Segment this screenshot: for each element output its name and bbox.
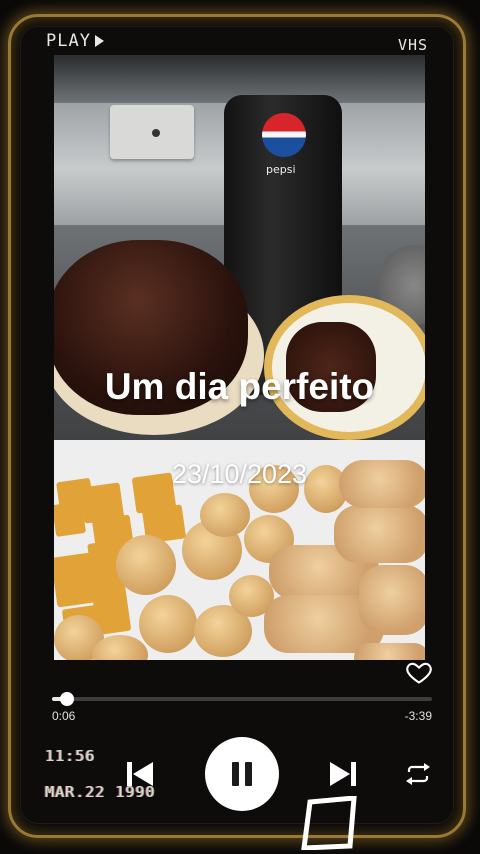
next-icon[interactable] bbox=[327, 758, 359, 790]
vhs-play-indicator: PLAY bbox=[46, 31, 104, 51]
remaining-time: -3:39 bbox=[404, 709, 432, 723]
video-date: 23/10/2023 bbox=[171, 459, 308, 489]
previous-icon[interactable] bbox=[124, 758, 156, 790]
vhs-time-stamp: 11:56 bbox=[45, 747, 96, 765]
repeat-icon[interactable] bbox=[404, 761, 432, 787]
heart-icon[interactable] bbox=[405, 658, 433, 686]
cover-photo: pepsi bbox=[54, 55, 425, 660]
video-title: Um dia perfeito bbox=[104, 366, 375, 407]
decorative-frame-shape bbox=[301, 796, 357, 850]
play-icon bbox=[94, 35, 104, 47]
progress-bar[interactable] bbox=[52, 692, 432, 706]
elapsed-time: 0:06 bbox=[52, 709, 76, 723]
pepsi-logo bbox=[262, 113, 306, 157]
pause-button[interactable] bbox=[205, 737, 279, 811]
bottle-brand-text: pepsi bbox=[266, 163, 296, 176]
vhs-tag: VHS bbox=[398, 36, 429, 54]
vhs-play-label: PLAY bbox=[46, 31, 91, 51]
